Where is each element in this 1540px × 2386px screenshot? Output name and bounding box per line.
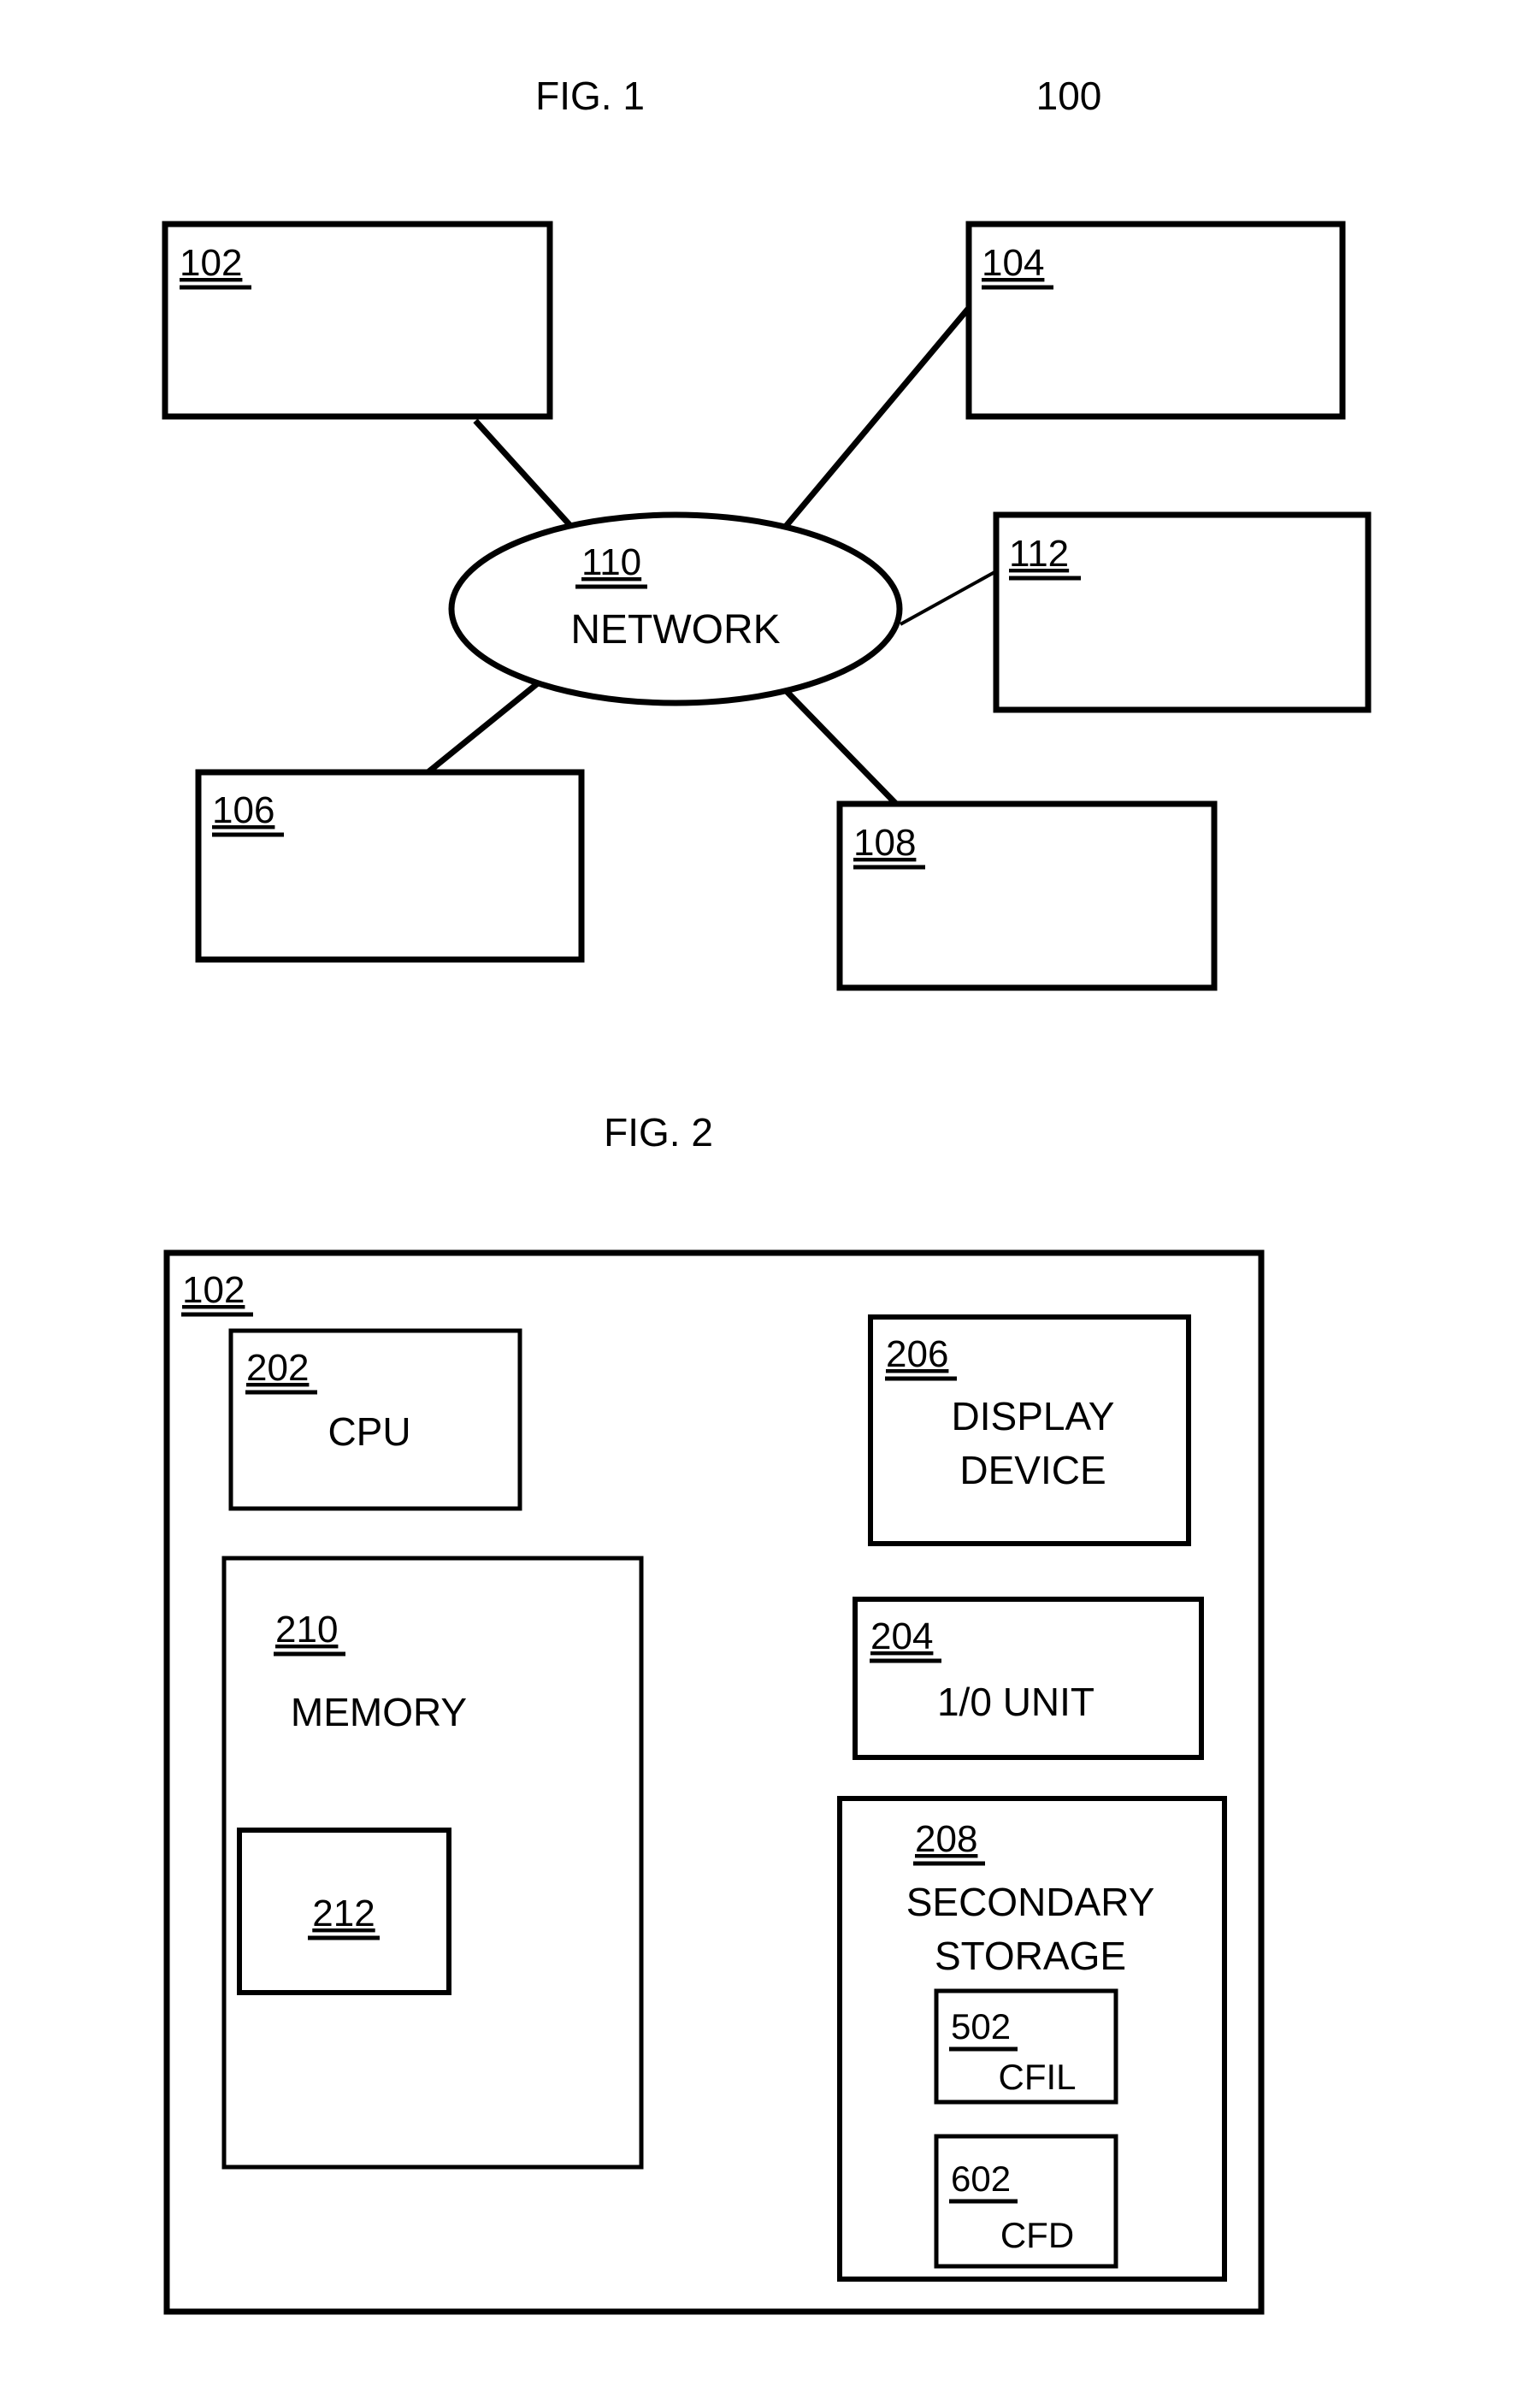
- fig1-node-106[interactable]: 106: [195, 769, 585, 963]
- fig2-block-212[interactable]: 212: [237, 1828, 451, 1995]
- fig1-node-108[interactable]: 108: [836, 800, 1218, 991]
- fig1-network-label: NETWORK: [570, 607, 780, 653]
- figure-2-group: FIG. 2 102 202 CPU 210 MEMORY 212 206 DI…: [163, 1110, 1265, 2315]
- fig2-block-cpu[interactable]: 202 CPU: [228, 1328, 522, 1511]
- fig2-block-secondary-storage-line2: STORAGE: [935, 1934, 1126, 1978]
- fig1-node-112[interactable]: 112: [993, 511, 1372, 713]
- fig2-block-display-device[interactable]: 206 DISPLAY DEVICE: [868, 1314, 1191, 1546]
- fig2-title: FIG. 2: [604, 1110, 713, 1155]
- fig2-block-cfil[interactable]: 502 CFIL: [934, 1988, 1118, 2105]
- fig2-block-cpu-label: CPU: [327, 1409, 410, 1454]
- fig2-block-display-device-line1: DISPLAY: [952, 1394, 1115, 1438]
- fig2-outer-102-ref: 102: [182, 1269, 245, 1311]
- connector-112-to-110: [900, 570, 997, 626]
- fig1-node-102-ref: 102: [180, 242, 242, 284]
- fig2-block-212-ref: 212: [312, 1893, 375, 1934]
- fig2-block-cfd-ref: 602: [951, 2159, 1011, 2199]
- fig1-node-112-ref: 112: [1009, 533, 1069, 575]
- figure-1-group: FIG. 1 100 102 104 112 106 108 110 NETWO…: [162, 74, 1372, 991]
- fig2-block-io-unit-ref: 204: [870, 1615, 933, 1657]
- patent-figures-canvas: FIG. 1 100 102 104 112 106 108 110 NETWO…: [162, 74, 1372, 2315]
- fig1-node-106-ref: 106: [212, 789, 274, 831]
- fig2-block-memory-ref: 210: [275, 1609, 338, 1651]
- fig1-node-104[interactable]: 104: [965, 221, 1346, 420]
- fig1-node-108-ref: 108: [853, 822, 916, 864]
- patent-figure-page: FIG. 1 100 102 104 112 106 108 110 NETWO…: [0, 0, 1540, 2386]
- fig1-system-number: 100: [1036, 74, 1102, 118]
- connector-108-to-110: [767, 671, 899, 806]
- fig2-block-cfd[interactable]: 602 CFD: [934, 2134, 1118, 2269]
- fig2-block-cfd-label: CFD: [1000, 2215, 1074, 2255]
- fig2-block-secondary-storage-line1: SECONDARY: [906, 1880, 1155, 1924]
- fig2-block-cpu-ref: 202: [246, 1347, 309, 1389]
- fig1-network-hub[interactable]: 110 NETWORK: [448, 511, 903, 706]
- fig1-network-ref: 110: [581, 541, 641, 583]
- fig2-block-io-unit-label: 1/0 UNIT: [937, 1680, 1095, 1724]
- connector-104-to-110: [767, 305, 971, 548]
- fig2-block-memory-label: MEMORY: [291, 1690, 467, 1734]
- fig1-node-104-ref: 104: [982, 242, 1044, 284]
- fig2-block-secondary-storage-ref: 208: [915, 1818, 977, 1860]
- fig1-title: FIG. 1: [535, 74, 645, 118]
- fig1-node-102[interactable]: 102: [162, 221, 553, 420]
- fig2-block-cfil-ref: 502: [951, 2006, 1011, 2046]
- fig2-block-cfil-label: CFIL: [998, 2057, 1076, 2097]
- connector-106-to-110: [423, 673, 550, 777]
- fig2-block-io-unit[interactable]: 204 1/0 UNIT: [853, 1597, 1204, 1760]
- fig2-block-display-device-ref: 206: [886, 1333, 948, 1375]
- fig2-block-display-device-line2: DEVICE: [959, 1448, 1106, 1492]
